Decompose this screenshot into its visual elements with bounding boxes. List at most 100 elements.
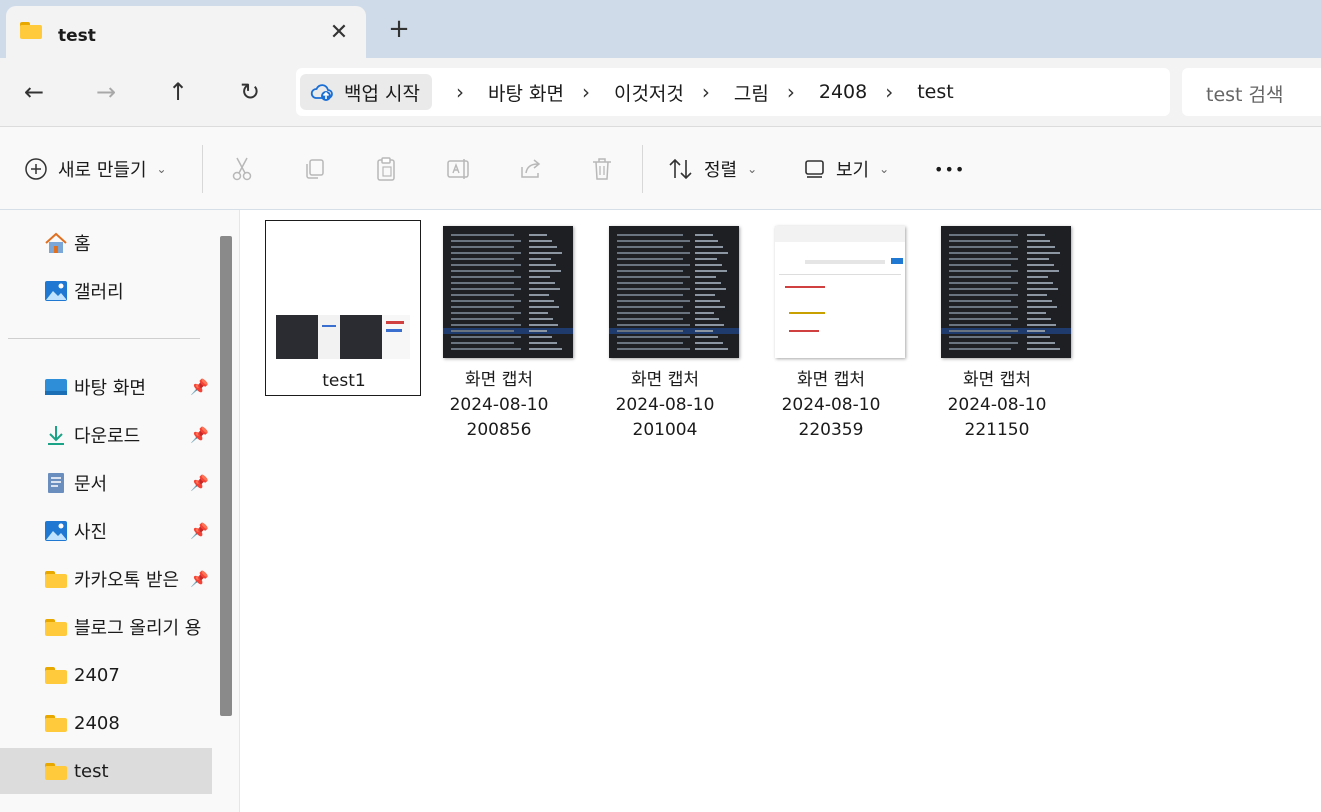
thumbnail-line (617, 252, 690, 254)
chevron-right-icon[interactable]: › (885, 80, 893, 104)
sort-button[interactable]: 정렬 ⌄ (668, 151, 757, 187)
pin-icon[interactable]: 📌 (190, 522, 209, 540)
thumbnail-line (695, 246, 723, 248)
thumbnail-line (695, 282, 721, 284)
paste-button[interactable] (374, 151, 398, 187)
thumbnail-line (1027, 240, 1050, 242)
thumbnail-line (1027, 336, 1050, 338)
thumbnail-line (529, 270, 561, 272)
thumbnail-line (949, 276, 1011, 278)
close-tab-button[interactable]: ✕ (324, 18, 354, 48)
share-button[interactable] (518, 151, 544, 187)
cut-button[interactable] (230, 151, 254, 187)
backup-button[interactable]: 백업 시작 (300, 74, 432, 110)
thumbnail-line (949, 234, 1018, 236)
sidebar-item-kakaotalk[interactable]: 카카오톡 받은 📌 (0, 556, 212, 602)
new-tab-button[interactable]: + (384, 14, 414, 44)
sidebar-item-home[interactable]: 홈 (0, 220, 212, 266)
sidebar-item-label: 갤러리 (74, 282, 124, 303)
new-label: 새로 만들기 (58, 160, 147, 181)
thumbnail-line (617, 276, 690, 278)
pin-icon[interactable]: 📌 (190, 426, 209, 444)
thumbnail-line (451, 288, 521, 290)
breadcrumb-desktop[interactable]: 바탕 화면 (488, 79, 564, 106)
sidebar-item-blog[interactable]: 블로그 올리기 용 (0, 604, 212, 650)
thumbnail-line (617, 348, 690, 350)
chevron-right-icon[interactable]: › (702, 80, 710, 104)
file-item-capture-221150[interactable]: 화면 캡처 2024-08-10 221150 (919, 220, 1075, 440)
sidebar-item-2407[interactable]: 2407 (0, 652, 212, 698)
chevron-right-icon[interactable]: › (787, 80, 795, 104)
sidebar-item-gallery[interactable]: 갤러리 (0, 268, 212, 314)
thumbnail-line (949, 294, 1018, 296)
backup-label: 백업 시작 (344, 82, 420, 105)
thumbnail-line (949, 336, 1011, 338)
thumbnail-line (617, 234, 683, 236)
sidebar-item-downloads[interactable]: 다운로드 📌 (0, 412, 212, 458)
pin-icon[interactable]: 📌 (190, 474, 209, 492)
plus-circle-icon (25, 158, 47, 180)
thumbnail-line (617, 300, 690, 302)
file-item-capture-200856[interactable]: 화면 캡처 2024-08-10 200856 (421, 220, 577, 440)
sidebar-item-desktop[interactable]: 바탕 화면 📌 (0, 364, 212, 410)
thumbnail-line (1027, 276, 1048, 278)
thumbnail-line (695, 234, 713, 236)
thumbnail-line (695, 258, 717, 260)
search-input[interactable]: test 검색 (1182, 68, 1321, 116)
breadcrumb-test[interactable]: test (917, 81, 954, 103)
more-options-button[interactable]: ••• (934, 151, 965, 187)
file-item-test1[interactable]: test1 (265, 220, 421, 396)
file-list: test1 화면 캡처 2024-08-10 200856 화면 캡처 2024… (240, 210, 1321, 812)
pin-icon[interactable]: 📌 (190, 378, 209, 396)
sidebar-item-2408[interactable]: 2408 (0, 700, 212, 746)
sidebar-item-label: 바탕 화면 (74, 378, 146, 399)
thumbnail-line (949, 348, 1011, 350)
thumbnail-line (695, 306, 725, 308)
thumbnail-line (451, 240, 521, 242)
thumbnail-line (1027, 306, 1057, 308)
folder-icon (44, 664, 68, 686)
thumbnail-line (529, 300, 554, 302)
delete-button[interactable] (590, 151, 614, 187)
copy-button[interactable] (302, 151, 326, 187)
thumbnail-line (529, 342, 557, 344)
thumbnail-line (529, 240, 552, 242)
chevron-right-icon[interactable]: › (456, 80, 464, 104)
thumbnail-line (949, 258, 1018, 260)
sidebar-item-pictures[interactable]: 사진 📌 (0, 508, 212, 554)
refresh-button[interactable]: ↻ (230, 72, 270, 112)
tab-test[interactable]: test ✕ (6, 6, 366, 58)
divider (8, 338, 200, 339)
file-item-capture-220359[interactable]: 화면 캡처 2024-08-10 220359 (753, 220, 909, 440)
back-button[interactable]: ← (14, 72, 54, 112)
sidebar-item-label: 2408 (74, 712, 120, 734)
address-bar[interactable]: 백업 시작 › 바탕 화면 › 이것저것 › 그림 › 2408 › test (296, 68, 1170, 116)
file-item-capture-201004[interactable]: 화면 캡처 2024-08-10 201004 (587, 220, 743, 440)
thumbnail-line (949, 324, 1011, 326)
sidebar-scrollbar[interactable] (220, 236, 232, 716)
thumbnail-line (529, 312, 548, 314)
thumbnail-line (529, 252, 562, 254)
sidebar-item-test[interactable]: test (0, 748, 212, 794)
thumbnail-line (1027, 234, 1045, 236)
breadcrumb-pictures[interactable]: 그림 (734, 79, 769, 106)
thumbnail-line (949, 342, 1018, 344)
pin-icon[interactable]: 📌 (190, 570, 209, 588)
view-button[interactable]: 보기 ⌄ (804, 151, 889, 187)
thumbnail-line (451, 324, 521, 326)
file-thumbnail (609, 226, 739, 358)
thumbnail-line (1027, 312, 1046, 314)
navigation-bar: ← → ↑ ↻ 백업 시작 › 바탕 화면 › 이것저것 › 그림 › 2408… (0, 58, 1321, 126)
sidebar-item-documents[interactable]: 문서 📌 (0, 460, 212, 506)
up-button[interactable]: ↑ (158, 72, 198, 112)
breadcrumb-misc[interactable]: 이것저것 (614, 79, 684, 106)
breadcrumb-2408[interactable]: 2408 (819, 81, 867, 103)
new-button[interactable]: 새로 만들기 ⌄ (24, 151, 167, 187)
thumbnail-line (529, 294, 549, 296)
thumbnail-line (617, 342, 683, 344)
thumbnail-line (451, 276, 521, 278)
forward-button[interactable]: → (86, 72, 126, 112)
view-label: 보기 (836, 160, 870, 181)
rename-button[interactable] (446, 151, 472, 187)
chevron-right-icon[interactable]: › (582, 80, 590, 104)
